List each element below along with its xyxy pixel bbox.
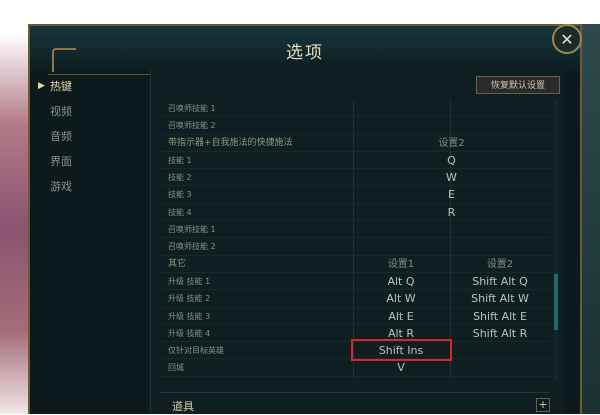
table-row: 升级 技能 3 Alt E Shift Alt E bbox=[160, 308, 550, 325]
column-header: 设置2 bbox=[486, 258, 514, 270]
binding-cell[interactable]: R bbox=[353, 204, 550, 221]
section-header-row: 带指示器+自我施法的快捷施法 设置2 bbox=[160, 135, 550, 152]
sidebar-item-video[interactable]: 视频 bbox=[36, 99, 146, 124]
reset-defaults-button[interactable]: 恢复默认设置 bbox=[476, 76, 560, 94]
expand-button[interactable]: + bbox=[536, 398, 550, 412]
table-row: 召唤师技能 2 bbox=[160, 117, 550, 135]
column-header: 设置1 bbox=[387, 258, 415, 270]
sidebar-item-label: 音频 bbox=[50, 130, 72, 143]
table-row: 技能 3 E bbox=[160, 186, 550, 204]
row-label: 召唤师技能 2 bbox=[168, 121, 216, 131]
section-title: 其它 bbox=[168, 258, 187, 269]
sidebar-item-hotkeys[interactable]: ▶ 热键 bbox=[36, 74, 146, 99]
table-row: 技能 1 Q bbox=[160, 152, 550, 170]
row-label: 升级 技能 2 bbox=[168, 294, 211, 304]
close-icon: ✕ bbox=[560, 29, 574, 49]
row-label: 升级 技能 4 bbox=[168, 328, 211, 338]
binding-cell[interactable]: Alt Q bbox=[353, 273, 449, 290]
row-label: 回城 bbox=[168, 363, 184, 373]
binding-cell[interactable]: Shift Alt Q bbox=[450, 273, 550, 290]
sidebar-item-label: 游戏 bbox=[50, 180, 72, 193]
close-button[interactable]: ✕ bbox=[552, 24, 582, 54]
row-label: 技能 1 bbox=[168, 155, 192, 165]
sidebar-item-game[interactable]: 游戏 bbox=[36, 174, 146, 199]
row-label: 升级 技能 1 bbox=[168, 276, 211, 286]
sidebar-item-label: 视频 bbox=[50, 105, 72, 118]
row-label: 仅针对目标英雄 bbox=[168, 346, 224, 356]
binding-cell[interactable]: Shift Alt E bbox=[450, 308, 550, 325]
binding-cell[interactable]: Q bbox=[353, 152, 550, 169]
sidebar-item-interface[interactable]: 界面 bbox=[36, 149, 146, 174]
section-header-row: 其它 设置1 设置2 bbox=[160, 256, 550, 273]
table-row: 升级 技能 1 Alt Q Shift Alt Q bbox=[160, 273, 550, 291]
background-left bbox=[0, 0, 30, 414]
plus-icon: + bbox=[538, 398, 548, 411]
sidebar-item-label: 热键 bbox=[50, 80, 72, 93]
table-row: 技能 2 W bbox=[160, 169, 550, 187]
section-title: 带指示器+自我施法的快捷施法 bbox=[168, 137, 293, 148]
items-section-header[interactable]: 道具 + bbox=[160, 392, 550, 415]
binding-cell[interactable]: W bbox=[353, 169, 550, 186]
table-row: 回城 V bbox=[160, 359, 550, 377]
binding-cell[interactable]: Alt W bbox=[353, 290, 449, 307]
table-row: 升级 技能 2 Alt W Shift Alt W bbox=[160, 290, 550, 308]
row-label: 技能 4 bbox=[168, 207, 192, 217]
background-right bbox=[582, 24, 600, 414]
window-title: 选项 bbox=[286, 42, 324, 63]
row-label: 召唤师技能 1 bbox=[168, 225, 216, 235]
sidebar-item-label: 界面 bbox=[50, 155, 72, 168]
row-label: 技能 2 bbox=[168, 173, 192, 183]
table-row: 召唤师技能 1 bbox=[160, 221, 550, 239]
title-bar: 选项 bbox=[30, 26, 580, 74]
scrollbar-thumb[interactable] bbox=[554, 274, 558, 330]
scrollbar-track[interactable] bbox=[554, 100, 558, 380]
hotkey-table: 召唤师技能 1 召唤师技能 2 带指示器+自我施法的快捷施法 设置2 技能 1 … bbox=[160, 100, 550, 377]
row-label: 召唤师技能 2 bbox=[168, 242, 216, 252]
binding-cell[interactable]: E bbox=[353, 186, 550, 203]
row-label: 召唤师技能 1 bbox=[168, 104, 216, 113]
active-arrow-icon: ▶ bbox=[38, 81, 45, 91]
section-title: 道具 bbox=[172, 400, 194, 413]
row-label: 升级 技能 3 bbox=[168, 311, 211, 321]
row-label: 技能 3 bbox=[168, 190, 192, 200]
highlight-box bbox=[351, 339, 452, 361]
binding-cell[interactable]: Alt E bbox=[353, 308, 449, 325]
table-row: 技能 4 R bbox=[160, 204, 550, 222]
binding-cell[interactable]: V bbox=[353, 359, 449, 376]
binding-cell[interactable]: Shift Alt W bbox=[450, 290, 550, 307]
table-row: 召唤师技能 1 bbox=[160, 100, 550, 118]
column-header: 设置2 bbox=[438, 137, 465, 149]
table-row: 召唤师技能 2 bbox=[160, 238, 550, 256]
sidebar: ▶ 热键 视频 音频 界面 游戏 bbox=[36, 74, 146, 199]
binding-cell[interactable]: Shift Alt R bbox=[450, 325, 550, 342]
sidebar-item-audio[interactable]: 音频 bbox=[36, 124, 146, 149]
